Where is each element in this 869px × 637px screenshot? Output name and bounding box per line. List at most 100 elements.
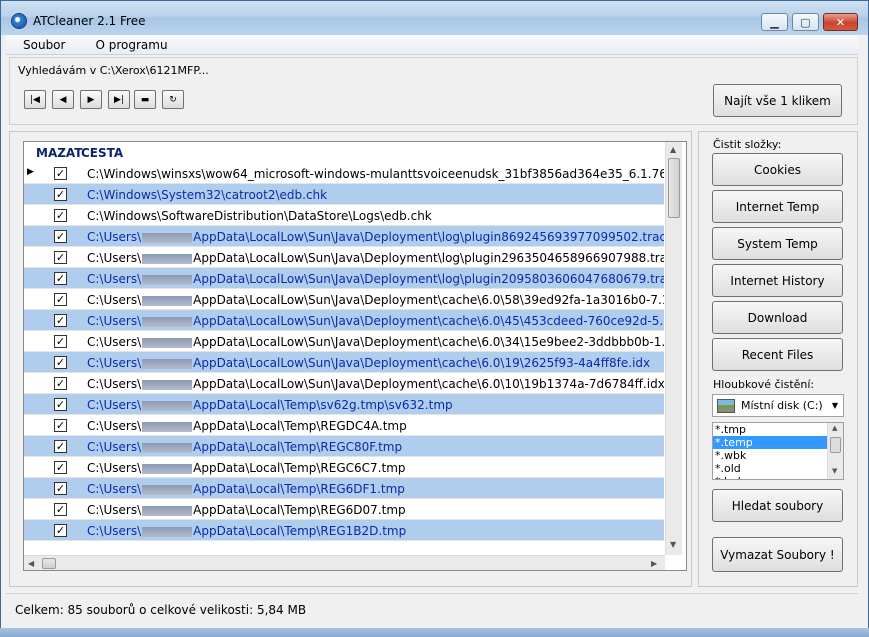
list-item[interactable]: *.old [713, 462, 827, 475]
list-item[interactable]: *.wbk [713, 449, 827, 462]
table-row[interactable]: ✓ C:\Users\ AppData\LocalLow\Sun\Java\Depl… [24, 268, 664, 289]
table-row[interactable]: ✓ C:\Users\ AppData\Local\Temp\REG6DF1.tmp [24, 478, 664, 499]
path-rest: AppData\LocalLow\Sun\Java\Deployment\cac… [193, 377, 664, 391]
path-prefix: C:\Users\ [87, 461, 142, 475]
maximize-button[interactable]: ▢ [792, 13, 819, 31]
table-row[interactable]: ✓ C:\Users\ AppData\LocalLow\Sun\Java\Depl… [24, 226, 664, 247]
table-row[interactable]: ✓ C:\Users\ AppData\LocalLow\Sun\Java\Depl… [24, 289, 664, 310]
minimize-button[interactable]: ▁ [761, 13, 788, 31]
delete-checkbox[interactable]: ✓ [54, 188, 67, 201]
delete-checkbox[interactable]: ✓ [54, 503, 67, 516]
table-row[interactable]: ✓ C:\Users\ AppData\LocalLow\Sun\Java\Depl… [24, 247, 664, 268]
delete-checkbox[interactable]: ✓ [54, 461, 67, 474]
cookies-button[interactable]: Cookies [712, 153, 843, 186]
scroll-down-icon[interactable]: ▼ [832, 467, 837, 475]
first-button[interactable]: |◀ [24, 90, 46, 109]
file-path: C:\Users\ AppData\Local\Temp\REGC80F.tmp [87, 440, 402, 454]
vertical-scrollbar[interactable]: ▲ ▼ [665, 142, 682, 555]
refresh-button[interactable]: ↻ [162, 90, 184, 109]
table-row[interactable]: ✓ C:\Users\ AppData\Local\Temp\sv62g.tmp\s… [24, 394, 664, 415]
delete-checkbox[interactable]: ✓ [54, 272, 67, 285]
delete-checkbox[interactable]: ✓ [54, 209, 67, 222]
skip-first-icon: |◀ [30, 94, 40, 105]
delete-files-button[interactable]: Vymazat Soubory ! [712, 537, 843, 572]
table-row[interactable]: ✓ C:\Users\ AppData\LocalLow\Sun\Java\Depl… [24, 373, 664, 394]
table-row[interactable]: ✓ C:\Users\ AppData\Local\Temp\REGDC4A.tmp [24, 415, 664, 436]
internet-temp-button[interactable]: Internet Temp [712, 190, 843, 223]
search-status-text: Vyhledávám v C:\Xerox\6121MFP... [18, 64, 209, 77]
delete-checkbox[interactable]: ✓ [54, 524, 67, 537]
column-header-path[interactable]: CESTA [81, 146, 123, 160]
delete-checkbox[interactable]: ✓ [54, 251, 67, 264]
extension-scroll-thumb[interactable] [830, 437, 841, 453]
play-icon: ▶ [87, 94, 95, 105]
table-row[interactable]: ✓ C:\Users\ AppData\Local\Temp\REG6D07.tmp [24, 499, 664, 520]
next-button[interactable]: ▶ [80, 90, 102, 109]
file-path: C:\Users\ AppData\LocalLow\Sun\Java\Deplo… [87, 251, 664, 265]
table-row[interactable]: ✓ C:\Windows\System32\catroot2\edb.chk [24, 184, 664, 205]
delete-checkbox[interactable]: ✓ [54, 293, 67, 306]
files-grid: MAZAT CESTA ▶ ✓ C:\Windows\winsxs\wow64_mi… [23, 141, 687, 571]
extension-list-scrollbar[interactable]: ▲ ▼ [827, 423, 843, 479]
list-item[interactable]: *.bak [713, 475, 827, 479]
table-row[interactable]: ✓ C:\Users\ AppData\LocalLow\Sun\Java\Depl… [24, 310, 664, 331]
prev-button[interactable]: ◀ [52, 90, 74, 109]
scroll-down-icon[interactable]: ▼ [670, 540, 676, 549]
find-all-button[interactable]: Najít vše 1 klikem [713, 84, 842, 117]
vertical-scroll-thumb[interactable] [668, 158, 680, 218]
delete-checkbox[interactable]: ✓ [54, 167, 67, 180]
extension-list[interactable]: *.tmp*.temp*.wbk*.old*.bak ▲ ▼ [712, 422, 844, 480]
redacted-username [142, 442, 193, 453]
table-row[interactable]: ✓ C:\Windows\SoftwareDistribution\DataSto… [24, 205, 664, 226]
last-button[interactable]: ▶| [108, 90, 130, 109]
delete-checkbox[interactable]: ✓ [54, 398, 67, 411]
drive-select[interactable]: Místní disk (C:) ▼ [712, 394, 844, 417]
table-row[interactable]: ✓ C:\Users\ AppData\Local\Temp\REG1B2D.tmp [24, 520, 664, 541]
redacted-username [142, 400, 193, 411]
delete-checkbox[interactable]: ✓ [54, 314, 67, 327]
recent-files-button[interactable]: Recent Files [712, 338, 843, 371]
path-rest: AppData\LocalLow\Sun\Java\Deployment\cac… [193, 293, 664, 307]
table-row[interactable]: ✓ C:\Users\ AppData\LocalLow\Sun\Java\Depl… [24, 331, 664, 352]
list-item[interactable]: *.temp [713, 436, 827, 449]
scroll-left-icon[interactable]: ◀ [28, 559, 34, 568]
close-icon: ✕ [835, 15, 846, 29]
redacted-username [142, 295, 193, 306]
redacted-username [142, 484, 193, 495]
scroll-up-icon[interactable]: ▲ [832, 424, 837, 432]
scroll-up-icon[interactable]: ▲ [670, 145, 676, 154]
list-item[interactable]: *.tmp [713, 423, 827, 436]
redacted-username [142, 316, 193, 327]
table-row[interactable]: ▶ ✓ C:\Windows\winsxs\wow64_microsoft-wind… [24, 163, 664, 184]
grid-rows: ▶ ✓ C:\Windows\winsxs\wow64_microsoft-wind… [24, 163, 664, 541]
file-path: C:\Users\ AppData\Local\Temp\REGDC4A.tmp [87, 419, 407, 433]
scroll-right-icon[interactable]: ▶ [651, 559, 657, 568]
delete-checkbox[interactable]: ✓ [54, 356, 67, 369]
delete-checkbox[interactable]: ✓ [54, 377, 67, 390]
internet-history-button[interactable]: Internet History [712, 264, 843, 297]
close-button[interactable]: ✕ [823, 13, 858, 31]
title-bar[interactable]: ATCleaner 2.1 Free ▁ ▢ ✕ [1, 1, 868, 35]
delete-checkbox[interactable]: ✓ [54, 482, 67, 495]
table-row[interactable]: ✓ C:\Users\ AppData\Local\Temp\REGC80F.tmp [24, 436, 664, 457]
menu-o-programu[interactable]: O programu [78, 38, 180, 52]
path-prefix: C:\Users\ [87, 272, 142, 286]
column-header-delete[interactable]: MAZAT [36, 146, 82, 160]
horizontal-scrollbar[interactable]: ◀ ▶ [24, 555, 665, 570]
chevron-down-icon: ▼ [831, 401, 838, 410]
delete-checkbox[interactable]: ✓ [54, 440, 67, 453]
search-files-button[interactable]: Hledat soubory [712, 489, 843, 522]
table-row[interactable]: ✓ C:\Users\ AppData\Local\Temp\REGC6C7.tmp [24, 457, 664, 478]
path-prefix: C:\Users\ [87, 335, 142, 349]
stop-button[interactable]: ▬ [134, 90, 156, 109]
file-path: C:\Users\ AppData\Local\Temp\REG1B2D.tmp [87, 524, 406, 538]
delete-checkbox[interactable]: ✓ [54, 419, 67, 432]
menu-soubor[interactable]: Soubor [6, 38, 78, 52]
delete-checkbox[interactable]: ✓ [54, 230, 67, 243]
download-button[interactable]: Download [712, 301, 843, 334]
horizontal-scroll-thumb[interactable] [42, 558, 56, 569]
table-row[interactable]: ✓ C:\Users\ AppData\LocalLow\Sun\Java\Depl… [24, 352, 664, 373]
file-path: C:\Users\ AppData\Local\Temp\REG6DF1.tmp [87, 482, 405, 496]
system-temp-button[interactable]: System Temp [712, 227, 843, 260]
delete-checkbox[interactable]: ✓ [54, 335, 67, 348]
